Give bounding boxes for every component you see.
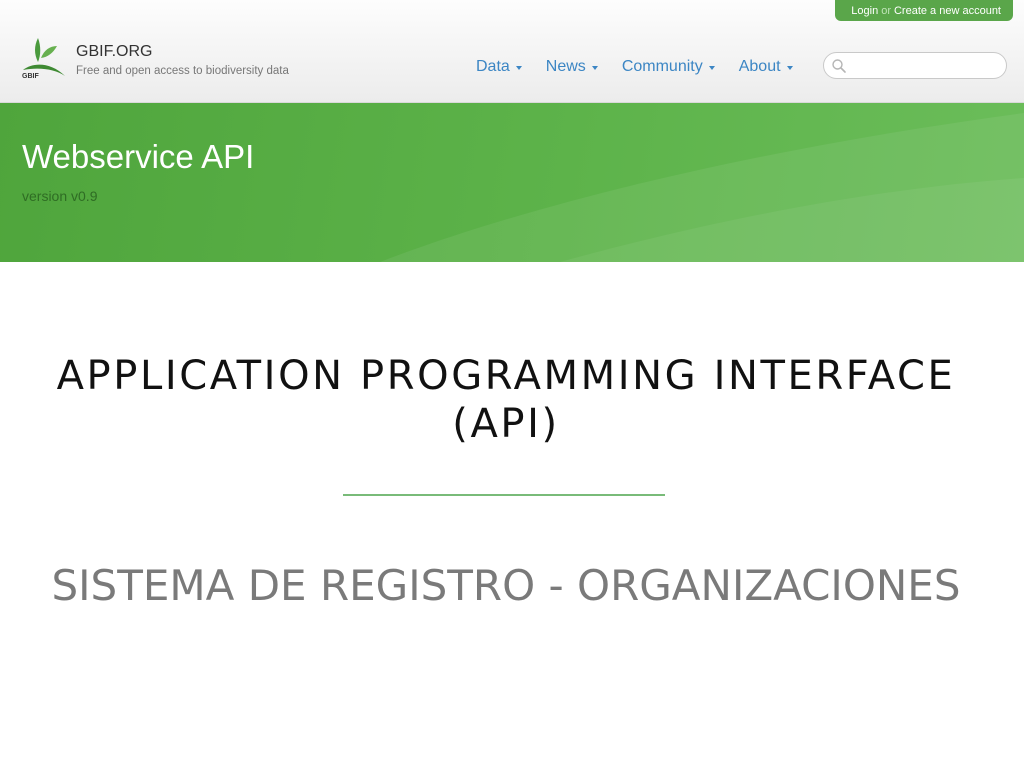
chevron-down-icon: [708, 66, 715, 70]
banner-background: [380, 113, 1024, 262]
nav-item-community[interactable]: Community: [622, 58, 715, 76]
nav-item-label: About: [738, 58, 781, 75]
nav-item-label: Data: [476, 58, 510, 75]
page-title: Webservice API: [22, 138, 255, 175]
slide-title-line2: (API): [452, 401, 560, 447]
page-banner: Webservice API version v0.9: [0, 103, 1024, 262]
create-account-link[interactable]: Create a new account: [894, 3, 1001, 19]
slide-subtitle: SISTEMA DE REGISTRO - ORGANIZACIONES: [51, 561, 961, 610]
chevron-down-icon: [591, 66, 598, 70]
search-icon[interactable]: [831, 58, 847, 74]
nav-item-about[interactable]: About: [739, 58, 793, 76]
nav-item-label: News: [545, 58, 586, 75]
title-divider: [343, 494, 665, 496]
version-label: version v0.9: [22, 188, 98, 204]
slide-title: APPLICATION PROGRAMMING INTERFACE (API): [0, 352, 1012, 448]
site-title[interactable]: GBIF.ORG: [76, 43, 152, 61]
site-tagline: Free and open access to biodiversity dat…: [76, 65, 289, 77]
chevron-down-icon: [786, 66, 793, 70]
search-input[interactable]: [851, 53, 1005, 78]
nav-item-data[interactable]: Data: [476, 58, 522, 76]
main-nav: Data News Community About: [476, 58, 793, 76]
site-header: Login or Create a new account GBIF GBIF.…: [0, 0, 1024, 103]
nav-item-label: Community: [621, 58, 703, 75]
logo-text: GBIF: [22, 73, 39, 80]
account-tab: Login or Create a new account: [835, 0, 1013, 21]
slide-page: Login or Create a new account GBIF GBIF.…: [0, 0, 1024, 768]
search-box: [823, 52, 1007, 79]
or-text: or: [881, 4, 891, 17]
login-link[interactable]: Login: [851, 3, 878, 19]
gbif-logo-icon[interactable]: GBIF: [21, 36, 67, 80]
chevron-down-icon: [515, 66, 522, 70]
nav-item-news[interactable]: News: [546, 58, 598, 76]
slide-title-line1: APPLICATION PROGRAMMING INTERFACE: [56, 353, 956, 399]
